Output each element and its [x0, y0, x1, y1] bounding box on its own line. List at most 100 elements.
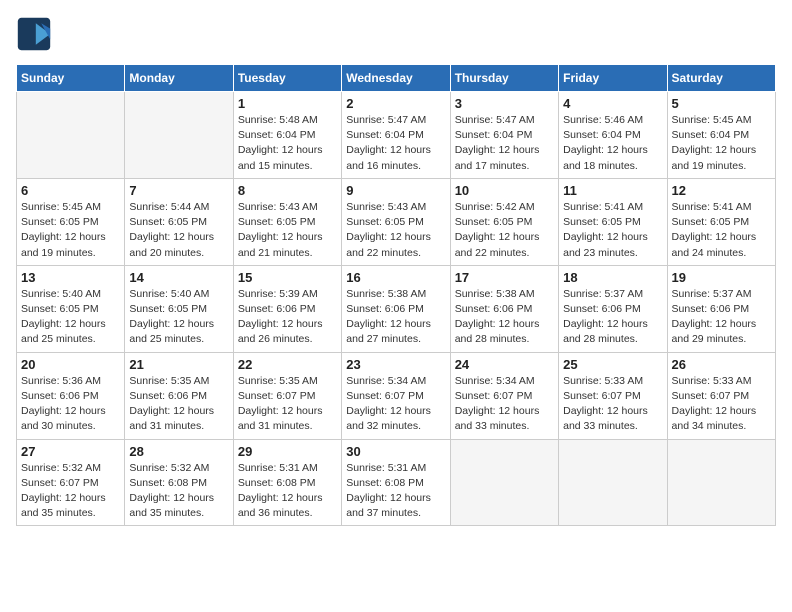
day-number: 10: [455, 183, 554, 198]
day-number: 1: [238, 96, 337, 111]
day-info: Sunrise: 5:32 AM Sunset: 6:08 PM Dayligh…: [129, 461, 228, 522]
day-info: Sunrise: 5:45 AM Sunset: 6:05 PM Dayligh…: [21, 200, 120, 261]
day-number: 19: [672, 270, 771, 285]
calendar-day-cell: 22 Sunrise: 5:35 AM Sunset: 6:07 PM Dayli…: [233, 352, 341, 439]
day-info: Sunrise: 5:40 AM Sunset: 6:05 PM Dayligh…: [21, 287, 120, 348]
calendar-day-cell: 19 Sunrise: 5:37 AM Sunset: 6:06 PM Dayli…: [667, 265, 775, 352]
day-number: 7: [129, 183, 228, 198]
day-number: 23: [346, 357, 445, 372]
calendar-day-cell: 6 Sunrise: 5:45 AM Sunset: 6:05 PM Daylig…: [17, 178, 125, 265]
calendar-day-cell: 21 Sunrise: 5:35 AM Sunset: 6:06 PM Dayli…: [125, 352, 233, 439]
day-info: Sunrise: 5:35 AM Sunset: 6:07 PM Dayligh…: [238, 374, 337, 435]
day-number: 26: [672, 357, 771, 372]
day-info: Sunrise: 5:44 AM Sunset: 6:05 PM Dayligh…: [129, 200, 228, 261]
calendar-day-cell: 16 Sunrise: 5:38 AM Sunset: 6:06 PM Dayli…: [342, 265, 450, 352]
day-number: 3: [455, 96, 554, 111]
weekday-header: Sunday: [17, 65, 125, 92]
calendar-day-cell: 25Sunrise: 5:33 AM Sunset: 6:07 PM Dayli…: [559, 352, 667, 439]
day-number: 14: [129, 270, 228, 285]
day-number: 4: [563, 96, 662, 111]
day-number: 29: [238, 444, 337, 459]
day-info: Sunrise: 5:48 AM Sunset: 6:04 PM Dayligh…: [238, 113, 337, 174]
calendar-day-cell: 14 Sunrise: 5:40 AM Sunset: 6:05 PM Dayli…: [125, 265, 233, 352]
logo: [16, 16, 56, 52]
calendar-day-cell: 15Sunrise: 5:39 AM Sunset: 6:06 PM Dayli…: [233, 265, 341, 352]
calendar-header-row: SundayMondayTuesdayWednesdayThursdayFrid…: [17, 65, 776, 92]
calendar-day-cell: 3Sunrise: 5:47 AM Sunset: 6:04 PM Daylig…: [450, 92, 558, 179]
calendar-week-row: 6 Sunrise: 5:45 AM Sunset: 6:05 PM Daylig…: [17, 178, 776, 265]
day-info: Sunrise: 5:42 AM Sunset: 6:05 PM Dayligh…: [455, 200, 554, 261]
day-info: Sunrise: 5:31 AM Sunset: 6:08 PM Dayligh…: [346, 461, 445, 522]
day-info: Sunrise: 5:31 AM Sunset: 6:08 PM Dayligh…: [238, 461, 337, 522]
day-info: Sunrise: 5:40 AM Sunset: 6:05 PM Dayligh…: [129, 287, 228, 348]
day-number: 21: [129, 357, 228, 372]
weekday-header: Monday: [125, 65, 233, 92]
day-info: Sunrise: 5:37 AM Sunset: 6:06 PM Dayligh…: [563, 287, 662, 348]
calendar-week-row: 20 Sunrise: 5:36 AM Sunset: 6:06 PM Dayli…: [17, 352, 776, 439]
day-number: 8: [238, 183, 337, 198]
calendar-day-cell: 2 Sunrise: 5:47 AM Sunset: 6:04 PM Daylig…: [342, 92, 450, 179]
header: [16, 16, 776, 52]
day-number: 18: [563, 270, 662, 285]
weekday-header: Thursday: [450, 65, 558, 92]
day-info: Sunrise: 5:38 AM Sunset: 6:06 PM Dayligh…: [346, 287, 445, 348]
calendar-day-cell: [125, 92, 233, 179]
calendar-table: SundayMondayTuesdayWednesdayThursdayFrid…: [16, 64, 776, 526]
calendar-day-cell: 13Sunrise: 5:40 AM Sunset: 6:05 PM Dayli…: [17, 265, 125, 352]
calendar-day-cell: 5Sunrise: 5:45 AM Sunset: 6:04 PM Daylig…: [667, 92, 775, 179]
day-info: Sunrise: 5:36 AM Sunset: 6:06 PM Dayligh…: [21, 374, 120, 435]
day-number: 15: [238, 270, 337, 285]
day-info: Sunrise: 5:37 AM Sunset: 6:06 PM Dayligh…: [672, 287, 771, 348]
day-info: Sunrise: 5:46 AM Sunset: 6:04 PM Dayligh…: [563, 113, 662, 174]
calendar-week-row: 1 Sunrise: 5:48 AM Sunset: 6:04 PM Daylig…: [17, 92, 776, 179]
day-number: 20: [21, 357, 120, 372]
weekday-header: Wednesday: [342, 65, 450, 92]
day-info: Sunrise: 5:43 AM Sunset: 6:05 PM Dayligh…: [346, 200, 445, 261]
calendar-day-cell: 30 Sunrise: 5:31 AM Sunset: 6:08 PM Dayli…: [342, 439, 450, 526]
day-number: 9: [346, 183, 445, 198]
day-info: Sunrise: 5:32 AM Sunset: 6:07 PM Dayligh…: [21, 461, 120, 522]
day-info: Sunrise: 5:35 AM Sunset: 6:06 PM Dayligh…: [129, 374, 228, 435]
calendar-day-cell: 18 Sunrise: 5:37 AM Sunset: 6:06 PM Dayli…: [559, 265, 667, 352]
day-info: Sunrise: 5:38 AM Sunset: 6:06 PM Dayligh…: [455, 287, 554, 348]
weekday-header: Friday: [559, 65, 667, 92]
weekday-header: Tuesday: [233, 65, 341, 92]
day-info: Sunrise: 5:45 AM Sunset: 6:04 PM Dayligh…: [672, 113, 771, 174]
day-info: Sunrise: 5:33 AM Sunset: 6:07 PM Dayligh…: [563, 374, 662, 435]
calendar-day-cell: 9 Sunrise: 5:43 AM Sunset: 6:05 PM Daylig…: [342, 178, 450, 265]
day-info: Sunrise: 5:43 AM Sunset: 6:05 PM Dayligh…: [238, 200, 337, 261]
calendar-week-row: 13Sunrise: 5:40 AM Sunset: 6:05 PM Dayli…: [17, 265, 776, 352]
calendar-day-cell: [667, 439, 775, 526]
calendar-day-cell: 23 Sunrise: 5:34 AM Sunset: 6:07 PM Dayli…: [342, 352, 450, 439]
calendar-day-cell: 28 Sunrise: 5:32 AM Sunset: 6:08 PM Dayli…: [125, 439, 233, 526]
calendar-day-cell: 7 Sunrise: 5:44 AM Sunset: 6:05 PM Daylig…: [125, 178, 233, 265]
day-info: Sunrise: 5:41 AM Sunset: 6:05 PM Dayligh…: [563, 200, 662, 261]
day-info: Sunrise: 5:41 AM Sunset: 6:05 PM Dayligh…: [672, 200, 771, 261]
calendar-day-cell: [17, 92, 125, 179]
day-number: 16: [346, 270, 445, 285]
day-number: 11: [563, 183, 662, 198]
day-number: 28: [129, 444, 228, 459]
logo-icon: [16, 16, 52, 52]
day-number: 22: [238, 357, 337, 372]
weekday-header: Saturday: [667, 65, 775, 92]
calendar-day-cell: 29 Sunrise: 5:31 AM Sunset: 6:08 PM Dayli…: [233, 439, 341, 526]
calendar-day-cell: [450, 439, 558, 526]
day-number: 27: [21, 444, 120, 459]
day-number: 2: [346, 96, 445, 111]
calendar-day-cell: 10 Sunrise: 5:42 AM Sunset: 6:05 PM Dayli…: [450, 178, 558, 265]
day-number: 30: [346, 444, 445, 459]
day-info: Sunrise: 5:34 AM Sunset: 6:07 PM Dayligh…: [346, 374, 445, 435]
calendar-day-cell: 11 Sunrise: 5:41 AM Sunset: 6:05 PM Dayli…: [559, 178, 667, 265]
calendar-week-row: 27 Sunrise: 5:32 AM Sunset: 6:07 PM Dayli…: [17, 439, 776, 526]
calendar-day-cell: 17Sunrise: 5:38 AM Sunset: 6:06 PM Dayli…: [450, 265, 558, 352]
day-number: 6: [21, 183, 120, 198]
calendar-day-cell: 27 Sunrise: 5:32 AM Sunset: 6:07 PM Dayli…: [17, 439, 125, 526]
day-info: Sunrise: 5:34 AM Sunset: 6:07 PM Dayligh…: [455, 374, 554, 435]
calendar-day-cell: 20 Sunrise: 5:36 AM Sunset: 6:06 PM Dayli…: [17, 352, 125, 439]
calendar-day-cell: 4 Sunrise: 5:46 AM Sunset: 6:04 PM Daylig…: [559, 92, 667, 179]
day-info: Sunrise: 5:47 AM Sunset: 6:04 PM Dayligh…: [346, 113, 445, 174]
day-info: Sunrise: 5:33 AM Sunset: 6:07 PM Dayligh…: [672, 374, 771, 435]
day-number: 12: [672, 183, 771, 198]
calendar-day-cell: 26 Sunrise: 5:33 AM Sunset: 6:07 PM Dayli…: [667, 352, 775, 439]
